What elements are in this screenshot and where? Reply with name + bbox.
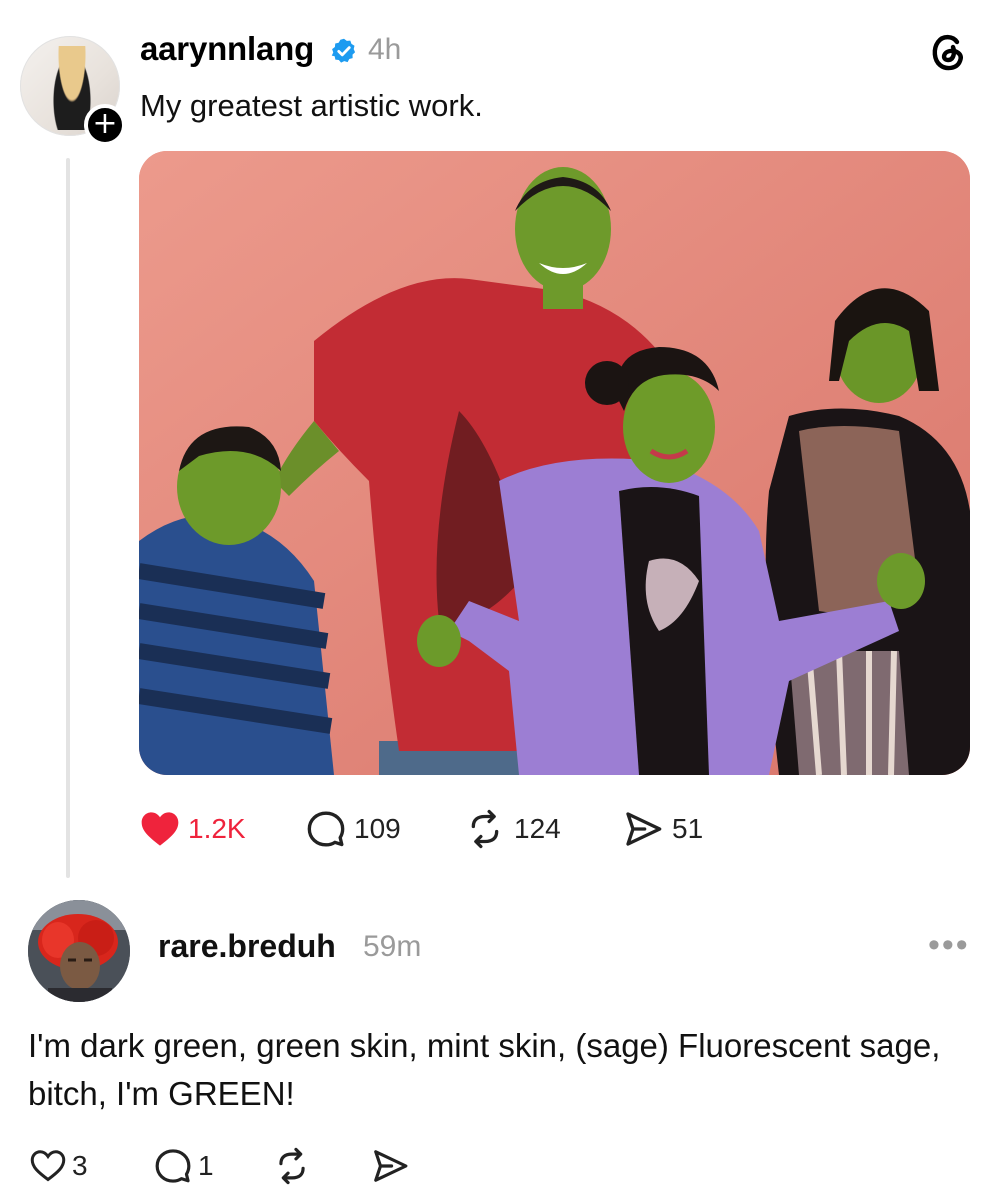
reply-button[interactable]: 109 xyxy=(306,808,401,850)
family-photo-illustration xyxy=(139,151,970,775)
post-image[interactable] xyxy=(139,151,970,775)
heart-filled-icon xyxy=(141,812,179,846)
author-username[interactable]: aarynnlang xyxy=(140,30,314,68)
reply-like-button[interactable]: 3 xyxy=(30,1146,88,1186)
heart-outline-icon xyxy=(30,1150,66,1182)
reply-count: 109 xyxy=(354,813,401,844)
reply-username[interactable]: rare.breduh xyxy=(158,928,336,965)
send-arrow-icon xyxy=(626,812,662,846)
reply-avatar-illustration xyxy=(28,900,130,1002)
speech-bubble-icon xyxy=(307,811,345,847)
threads-logo-icon[interactable] xyxy=(926,30,970,74)
post-timestamp: 4h xyxy=(368,33,402,66)
thread-connector-line xyxy=(66,158,70,878)
verified-badge-icon xyxy=(331,38,356,63)
repost-button[interactable]: 124 xyxy=(464,808,561,850)
reply-timestamp: 59m xyxy=(363,930,422,963)
speech-bubble-icon xyxy=(155,1149,191,1183)
like-button[interactable]: 1.2K xyxy=(140,808,246,850)
repost-arrows-icon xyxy=(471,809,499,849)
follow-plus-icon[interactable]: + xyxy=(84,104,126,146)
post-caption: My greatest artistic work. xyxy=(140,88,483,123)
reply-reply-button[interactable]: 1 xyxy=(154,1146,214,1186)
reply-repost-button[interactable] xyxy=(272,1146,318,1186)
repost-count: 124 xyxy=(514,813,561,844)
reply-like-count: 3 xyxy=(72,1150,88,1181)
reply-author-avatar[interactable] xyxy=(28,900,130,1002)
reply-reply-count: 1 xyxy=(198,1150,214,1181)
like-count: 1.2K xyxy=(188,813,246,844)
send-arrow-icon xyxy=(374,1150,408,1182)
share-count: 51 xyxy=(672,813,704,844)
share-button[interactable]: 51 xyxy=(622,808,703,850)
reply-share-button[interactable] xyxy=(370,1146,416,1186)
reply-text: I'm dark green, green skin, mint skin, (… xyxy=(28,1027,941,1112)
more-options-icon[interactable]: ••• xyxy=(928,926,970,965)
repost-arrows-icon xyxy=(279,1147,305,1185)
